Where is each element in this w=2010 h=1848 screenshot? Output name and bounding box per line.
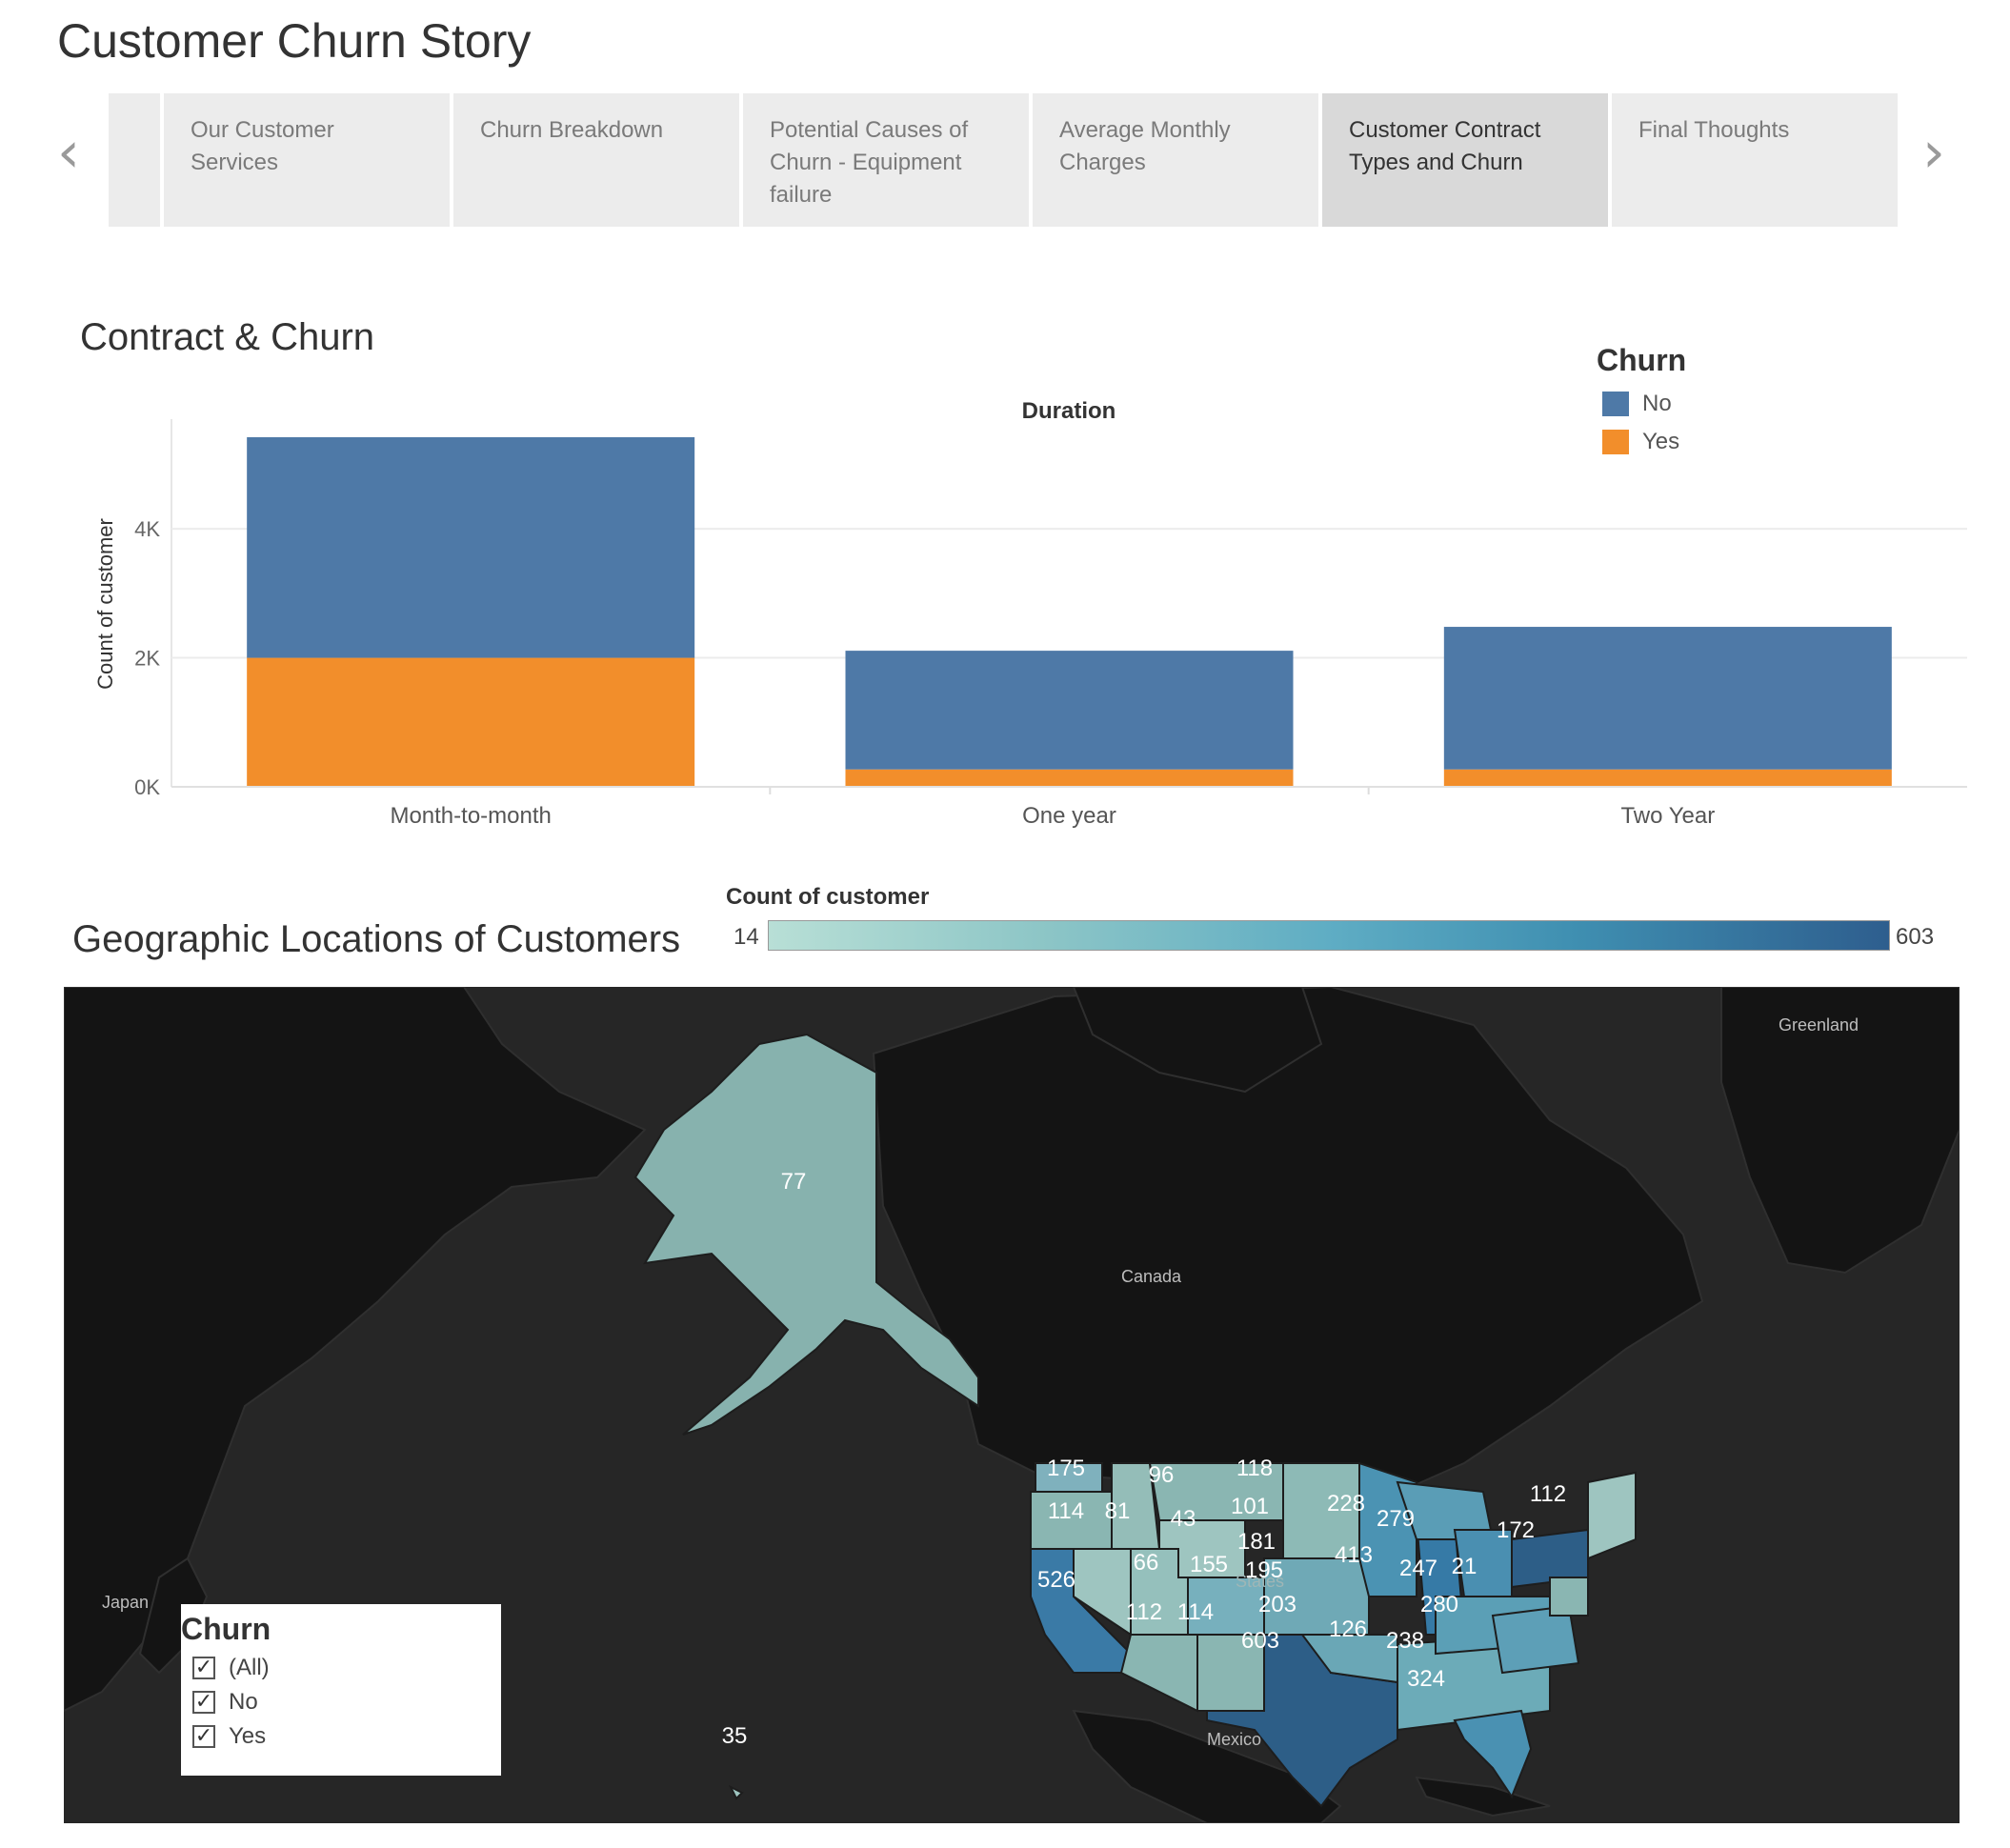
geo-section-title: Geographic Locations of Customers: [72, 918, 681, 960]
state-count-label: 66: [1134, 1550, 1159, 1576]
state-count-label: 203: [1258, 1592, 1296, 1617]
bar-segment-no: [247, 436, 695, 658]
state-count-label: 279: [1377, 1506, 1415, 1532]
state-count-label: 101: [1231, 1494, 1269, 1519]
color-legend-max: 603: [1896, 924, 1935, 950]
state-count-label: 247: [1399, 1556, 1437, 1581]
state-count-label: 77: [781, 1169, 807, 1195]
churn-filter-card: Churn ✓ (All) ✓ No ✓ Yes: [181, 1604, 501, 1776]
churn-filter-option-label: Yes: [229, 1723, 267, 1749]
contract-churn-bar-chart: 0K 2K 4K Duration Count of customer Month-to-…: [93, 398, 1967, 829]
y-tick-label: 4K: [134, 517, 160, 541]
column-header-duration: Duration: [1022, 398, 1116, 424]
mid-atlantic-states: [1549, 1577, 1589, 1617]
churn-filter-option-yes[interactable]: ✓ Yes: [192, 1723, 501, 1750]
greenland-label: Greenland: [1779, 1015, 1859, 1034]
bar-segment-yes: [1443, 769, 1892, 787]
state-count-label: 526: [1037, 1567, 1075, 1593]
churn-filter-option-label: No: [229, 1689, 258, 1715]
state-count-label: 195: [1245, 1557, 1283, 1583]
churn-filter-option-no[interactable]: ✓ No: [192, 1689, 501, 1716]
checkbox-checked-icon[interactable]: ✓: [192, 1657, 215, 1679]
japan-label: Japan: [102, 1593, 149, 1612]
state-count-label: 21: [1452, 1554, 1477, 1579]
churn-filter-option-all[interactable]: ✓ (All): [192, 1655, 501, 1681]
state-count-label: 126: [1329, 1617, 1367, 1642]
churn-filter-option-label: (All): [229, 1655, 270, 1680]
state-count-label: 112: [1530, 1481, 1566, 1507]
state-count-label: 112: [1126, 1599, 1162, 1625]
state-count-label: 175: [1047, 1456, 1085, 1481]
state-count-label: 155: [1190, 1552, 1228, 1577]
state-count-label: 228: [1327, 1491, 1365, 1517]
color-legend-gradient: [768, 920, 1890, 951]
checkbox-checked-icon[interactable]: ✓: [192, 1725, 215, 1748]
state-count-label: 81: [1105, 1498, 1131, 1524]
bar-segment-yes: [247, 657, 695, 787]
y-axis-title: Count of customer: [93, 518, 117, 690]
x-category-label: Month-to-month: [390, 803, 551, 829]
state-count-label: 280: [1420, 1592, 1458, 1617]
state-count-label: 43: [1171, 1506, 1196, 1532]
color-legend-min: 14: [734, 924, 759, 950]
mexico-label: Mexico: [1207, 1730, 1261, 1749]
canada-label: Canada: [1121, 1267, 1182, 1286]
state-count-label: 181: [1237, 1529, 1276, 1555]
state-count-label: 603: [1241, 1628, 1279, 1654]
state-count-label: 413: [1335, 1542, 1373, 1568]
y-tick-label: 2K: [134, 647, 160, 671]
state-count-label: 324: [1407, 1666, 1445, 1692]
bar-segment-no: [1443, 627, 1892, 770]
state-count-label: 238: [1386, 1628, 1424, 1654]
y-tick-label: 0K: [134, 775, 160, 799]
x-category-label: One year: [1022, 803, 1116, 829]
checkbox-checked-icon[interactable]: ✓: [192, 1691, 215, 1714]
state-count-label: 114: [1048, 1498, 1084, 1524]
state-count-label: 96: [1149, 1462, 1175, 1488]
state-count-label: 114: [1177, 1599, 1214, 1625]
state-count-label: 35: [722, 1723, 748, 1749]
churn-filter-title: Churn: [181, 1612, 271, 1646]
x-category-label: Two Year: [1620, 803, 1715, 829]
color-legend-title: Count of customer: [726, 884, 930, 910]
bar-segment-yes: [845, 769, 1294, 787]
state-count-label: 172: [1497, 1517, 1535, 1543]
bar-segment-no: [845, 651, 1294, 770]
state-count-label: 118: [1236, 1456, 1273, 1481]
